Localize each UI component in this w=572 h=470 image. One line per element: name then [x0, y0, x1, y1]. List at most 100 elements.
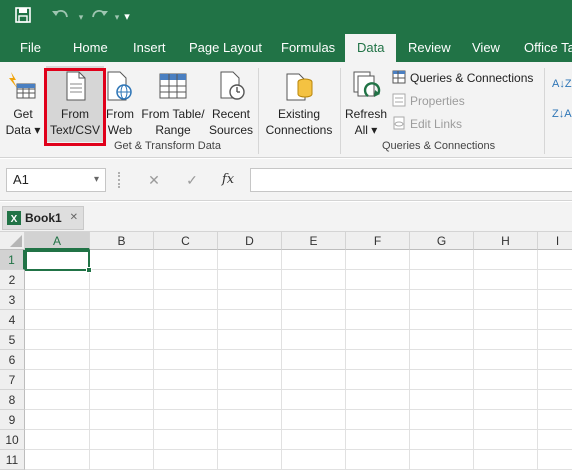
cell-a10[interactable] [25, 430, 90, 450]
active-cell-a1[interactable] [25, 250, 90, 271]
recent-sources-button[interactable]: Recent Sources [208, 66, 254, 142]
row-header-5[interactable]: 5 [0, 330, 25, 350]
cell-g4[interactable] [410, 310, 474, 330]
row-header-1[interactable]: 1 [0, 250, 25, 270]
column-header-h[interactable]: H [474, 232, 538, 250]
cell-g8[interactable] [410, 390, 474, 410]
spreadsheet-grid[interactable]: ABCDEFGHI 1 2 3 4 5 6 7 8 9 10 11 [0, 232, 572, 470]
cell-b8[interactable] [90, 390, 154, 410]
cell-h6[interactable] [474, 350, 538, 370]
cell-b7[interactable] [90, 370, 154, 390]
sort-a-to-z-button[interactable]: A↓Z [552, 74, 572, 94]
cell-b11[interactable] [90, 450, 154, 470]
column-header-i[interactable]: I [538, 232, 572, 250]
cell-g2[interactable] [410, 270, 474, 290]
cell-e5[interactable] [282, 330, 346, 350]
cell-e8[interactable] [282, 390, 346, 410]
cell-i8[interactable] [538, 390, 572, 410]
undo-icon[interactable] [48, 6, 74, 28]
cell-e2[interactable] [282, 270, 346, 290]
cell-f2[interactable] [346, 270, 410, 290]
cell-c8[interactable] [154, 390, 218, 410]
column-header-e[interactable]: E [282, 232, 346, 250]
get-data-button[interactable]: Get Data ▾ [4, 66, 42, 142]
cell-c9[interactable] [154, 410, 218, 430]
row-header-11[interactable]: 11 [0, 450, 25, 470]
cell-g7[interactable] [410, 370, 474, 390]
row-header-2[interactable]: 2 [0, 270, 25, 290]
cell-e7[interactable] [282, 370, 346, 390]
sort-z-to-a-button[interactable]: Z↓A [552, 104, 572, 124]
cell-i6[interactable] [538, 350, 572, 370]
cell-a7[interactable] [25, 370, 90, 390]
cell-g5[interactable] [410, 330, 474, 350]
formula-bar-grip[interactable] [118, 172, 120, 188]
cell-d4[interactable] [218, 310, 282, 330]
tab-formulas[interactable]: Formulas [281, 34, 335, 62]
fill-handle[interactable] [86, 267, 92, 273]
cell-f4[interactable] [346, 310, 410, 330]
cell-f1[interactable] [346, 250, 410, 270]
cell-h7[interactable] [474, 370, 538, 390]
cell-c6[interactable] [154, 350, 218, 370]
cell-b3[interactable] [90, 290, 154, 310]
cell-i1[interactable] [538, 250, 572, 270]
row-header-10[interactable]: 10 [0, 430, 25, 450]
from-table-range-button[interactable]: From Table/ Range [140, 66, 206, 142]
cell-d10[interactable] [218, 430, 282, 450]
cell-i9[interactable] [538, 410, 572, 430]
cell-b9[interactable] [90, 410, 154, 430]
queries-connections-button[interactable]: Queries & Connections [392, 68, 533, 88]
cell-h11[interactable] [474, 450, 538, 470]
tab-home[interactable]: Home [73, 34, 108, 62]
tab-file[interactable]: File [20, 34, 41, 62]
properties-button[interactable]: Properties [392, 91, 465, 111]
select-all-corner[interactable] [0, 232, 25, 250]
column-header-c[interactable]: C [154, 232, 218, 250]
cell-a3[interactable] [25, 290, 90, 310]
edit-links-button[interactable]: Edit Links [392, 114, 462, 134]
cell-h5[interactable] [474, 330, 538, 350]
cell-f11[interactable] [346, 450, 410, 470]
insert-function-icon[interactable]: fx [214, 168, 242, 192]
cell-d8[interactable] [218, 390, 282, 410]
column-header-d[interactable]: D [218, 232, 282, 250]
cancel-icon[interactable]: ✕ [140, 168, 168, 192]
column-header-g[interactable]: G [410, 232, 474, 250]
row-header-6[interactable]: 6 [0, 350, 25, 370]
enter-icon[interactable]: ✓ [178, 168, 206, 192]
cell-g9[interactable] [410, 410, 474, 430]
cell-c7[interactable] [154, 370, 218, 390]
cell-a4[interactable] [25, 310, 90, 330]
existing-connections-button[interactable]: Existing Connections [262, 66, 336, 142]
cell-b2[interactable] [90, 270, 154, 290]
cell-e3[interactable] [282, 290, 346, 310]
cell-i10[interactable] [538, 430, 572, 450]
cell-f9[interactable] [346, 410, 410, 430]
row-header-8[interactable]: 8 [0, 390, 25, 410]
cell-c10[interactable] [154, 430, 218, 450]
cell-e1[interactable] [282, 250, 346, 270]
cell-e4[interactable] [282, 310, 346, 330]
cell-a11[interactable] [25, 450, 90, 470]
workbook-tab-book1[interactable]: X Book1 ✕ [2, 206, 84, 230]
cell-f7[interactable] [346, 370, 410, 390]
cell-i5[interactable] [538, 330, 572, 350]
cell-f10[interactable] [346, 430, 410, 450]
cell-d2[interactable] [218, 270, 282, 290]
cell-i7[interactable] [538, 370, 572, 390]
cell-g1[interactable] [410, 250, 474, 270]
cell-e9[interactable] [282, 410, 346, 430]
cell-h4[interactable] [474, 310, 538, 330]
name-box[interactable]: A1 ▾ [6, 168, 106, 192]
cell-h10[interactable] [474, 430, 538, 450]
undo-dropdown-icon[interactable]: ▾ [76, 6, 86, 28]
cell-c4[interactable] [154, 310, 218, 330]
cell-c1[interactable] [154, 250, 218, 270]
cell-d9[interactable] [218, 410, 282, 430]
save-icon[interactable] [12, 6, 34, 28]
cell-a6[interactable] [25, 350, 90, 370]
cell-b5[interactable] [90, 330, 154, 350]
column-header-a[interactable]: A [25, 232, 90, 250]
redo-icon[interactable] [86, 6, 112, 28]
